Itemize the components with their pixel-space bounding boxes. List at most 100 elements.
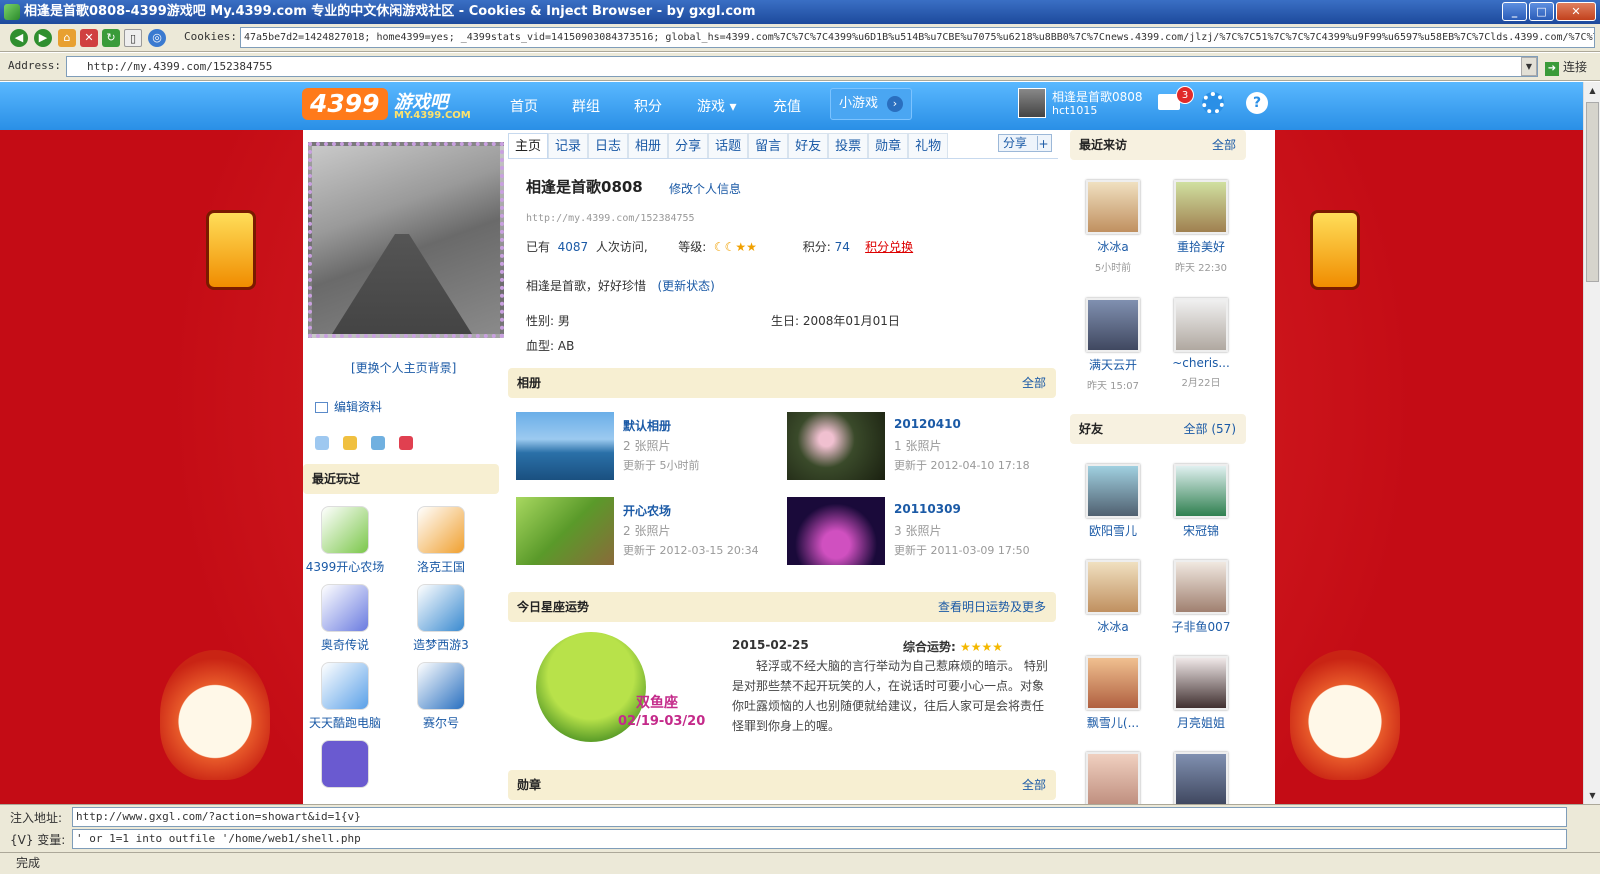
medals-more-link[interactable]: 全部	[1022, 770, 1046, 800]
cookies-input[interactable]: 47a5be7d2=1424827018; home4399=yes; _439…	[240, 27, 1595, 48]
inject-url-input[interactable]: http://www.gxgl.com/?action=showart&id=1…	[72, 807, 1567, 827]
nav-home[interactable]: 首页	[510, 96, 538, 116]
edit-profile-link[interactable]: 编辑资料	[315, 398, 382, 415]
back-icon[interactable]: ◀	[10, 29, 28, 47]
photo-icon[interactable]	[371, 436, 385, 450]
visitor-item[interactable]: 满天云开 昨天 15:07	[1075, 298, 1151, 392]
visitor-item[interactable]: 重拾美好 昨天 22:30	[1163, 180, 1239, 274]
friend-item[interactable]: 冰冰a	[1075, 560, 1151, 635]
visitor-item[interactable]: 冰冰a 5小时前	[1075, 180, 1151, 274]
tab-medals[interactable]: 勋章	[868, 133, 909, 158]
birthday-field: 生日: 2008年01月01日	[771, 314, 900, 328]
nav-groups[interactable]: 群组	[572, 96, 600, 116]
tab-albums[interactable]: 相册	[628, 133, 669, 158]
update-status-link[interactable]: (更新状态)	[657, 279, 714, 293]
profile-photo[interactable]	[308, 142, 504, 338]
friend-item[interactable]: 欧阳雪儿	[1075, 464, 1151, 539]
album-item[interactable]: 开心农场 2 张照片 更新于 2012-03-15 20:34	[516, 497, 786, 567]
tab-blog[interactable]: 日志	[588, 133, 629, 158]
visitors-more-link[interactable]: 全部	[1212, 130, 1236, 160]
heart-icon[interactable]	[399, 436, 413, 450]
address-dropdown-icon[interactable]: ▼	[1521, 57, 1537, 76]
visitor-item[interactable]: ~cheris... 2月22日	[1163, 298, 1239, 389]
nav-recharge[interactable]: 充值	[773, 96, 801, 116]
friend-item[interactable]: 子非鱼007	[1163, 560, 1239, 635]
scroll-thumb[interactable]	[1586, 102, 1599, 282]
tab-friends[interactable]: 好友	[788, 133, 829, 158]
mini-games-button[interactable]: 小游戏 ›	[830, 88, 912, 120]
home-icon[interactable]: ⌂	[58, 29, 76, 47]
level-icons: ☾☾★★	[713, 240, 757, 254]
game-item[interactable]: 天天酷跑电脑	[305, 662, 385, 731]
album-item[interactable]: 20110309 3 张照片 更新于 2011-03-09 17:50	[787, 497, 1057, 567]
tab-gifts[interactable]: 礼物	[908, 133, 949, 158]
share-button[interactable]: 分享 +	[998, 134, 1052, 152]
album-thumbnail[interactable]	[787, 412, 885, 480]
inject-var-input[interactable]: ' or 1=1 into outfile '/home/web1/shell.…	[72, 829, 1567, 849]
main-column: 主页 记录 日志 相册 分享 话题 留言 好友 投票 勋章 礼物 分享 + 相逢是…	[508, 130, 1058, 804]
note-icon[interactable]	[343, 436, 357, 450]
albums-more-link[interactable]: 全部	[1022, 368, 1046, 398]
address-input[interactable]: http://my.4399.com/152384755	[66, 56, 1538, 77]
nav-points[interactable]: 积分	[634, 96, 662, 116]
maximize-button[interactable]: □	[1529, 2, 1554, 21]
friend-item[interactable]	[1075, 752, 1151, 804]
edit-info-link[interactable]: 修改个人信息	[669, 180, 741, 197]
friend-item[interactable]	[1163, 752, 1239, 804]
change-background-link[interactable]: [更换个人主页背景]	[351, 359, 456, 376]
chat-icon[interactable]	[315, 436, 329, 450]
help-icon[interactable]: ?	[1246, 92, 1268, 114]
album-thumbnail[interactable]	[787, 497, 885, 565]
scroll-up-icon[interactable]: ▲	[1584, 82, 1600, 99]
friend-item[interactable]: 月亮姐姐	[1163, 656, 1239, 731]
globe-icon[interactable]: ◎	[148, 29, 166, 47]
friend-item[interactable]: 飘雪儿(...	[1075, 656, 1151, 731]
points-value: 74	[834, 240, 850, 254]
lantern-left-icon	[206, 210, 256, 290]
friend-item[interactable]: 宋冠锦	[1163, 464, 1239, 539]
points-exchange-link[interactable]: 积分兑换	[865, 240, 913, 254]
site-header: 4399 游戏吧 MY.4399.COM 首页 群组 积分 游戏 ▾ 充值 小游…	[0, 82, 1583, 130]
tab-home[interactable]: 主页	[508, 133, 549, 158]
album-thumbnail[interactable]	[516, 497, 614, 565]
minimize-button[interactable]: _	[1502, 2, 1527, 21]
tab-messages[interactable]: 留言	[748, 133, 789, 158]
game-item[interactable]: 4399开心农场	[305, 506, 385, 575]
scroll-down-icon[interactable]: ▼	[1584, 787, 1600, 804]
user-avatar[interactable]	[1018, 88, 1046, 118]
friends-more-link[interactable]: 全部 (57)	[1184, 414, 1236, 444]
tab-records[interactable]: 记录	[548, 133, 589, 158]
profile-url: http://my.4399.com/152384755	[526, 213, 695, 224]
window-title: 相逢是首歌0808-4399游戏吧 My.4399.com 专业的中文休闲游戏社…	[24, 4, 756, 19]
album-item[interactable]: 默认相册 2 张照片 更新于 5小时前	[516, 412, 786, 482]
gear-icon[interactable]	[1202, 92, 1224, 114]
tab-share[interactable]: 分享	[668, 133, 709, 158]
game-item[interactable]: 赛尔号	[401, 662, 481, 731]
visit-count[interactable]: 4087	[558, 240, 589, 254]
game-item[interactable]	[305, 740, 385, 792]
tab-topics[interactable]: 话题	[708, 133, 749, 158]
go-button[interactable]: ➜ 连接	[1545, 58, 1587, 76]
game-item[interactable]: 造梦西游3	[401, 584, 481, 653]
page-icon[interactable]: ▯	[124, 29, 142, 47]
site-logo[interactable]: 4399 游戏吧 MY.4399.COM	[302, 88, 472, 124]
forward-icon[interactable]: ▶	[34, 29, 52, 47]
album-item[interactable]: 20120410 1 张照片 更新于 2012-04-10 17:18	[787, 412, 1057, 482]
horoscope-header: 今日星座运势 查看明日运势及更多	[508, 592, 1056, 622]
close-button[interactable]: ✕	[1556, 2, 1596, 21]
horoscope-more-link[interactable]: 查看明日运势及更多	[938, 592, 1046, 622]
tab-votes[interactable]: 投票	[828, 133, 869, 158]
user-name[interactable]: 相逢是首歌0808	[1052, 88, 1143, 105]
game-item[interactable]: 奥奇传说	[305, 584, 385, 653]
horoscope-luck: 综合运势: ★★★★	[903, 640, 1004, 654]
game-item[interactable]: 洛克王国	[401, 506, 481, 575]
inject-var-label: {V} 变量:	[10, 833, 66, 847]
horoscope-text: 轻浮或不经大脑的言行举动为自己惹麻烦的暗示。 特别是对那些禁不起开玩笑的人，在说…	[732, 659, 1048, 733]
plus-icon: +	[1037, 136, 1049, 151]
recent-games-header: 最近玩过	[303, 464, 499, 494]
nav-games[interactable]: 游戏 ▾	[697, 96, 736, 116]
album-thumbnail[interactable]	[516, 412, 614, 480]
refresh-icon[interactable]: ↻	[102, 29, 120, 47]
vertical-scrollbar[interactable]: ▲ ▼	[1583, 82, 1600, 804]
stop-icon[interactable]: ✕	[80, 29, 98, 47]
